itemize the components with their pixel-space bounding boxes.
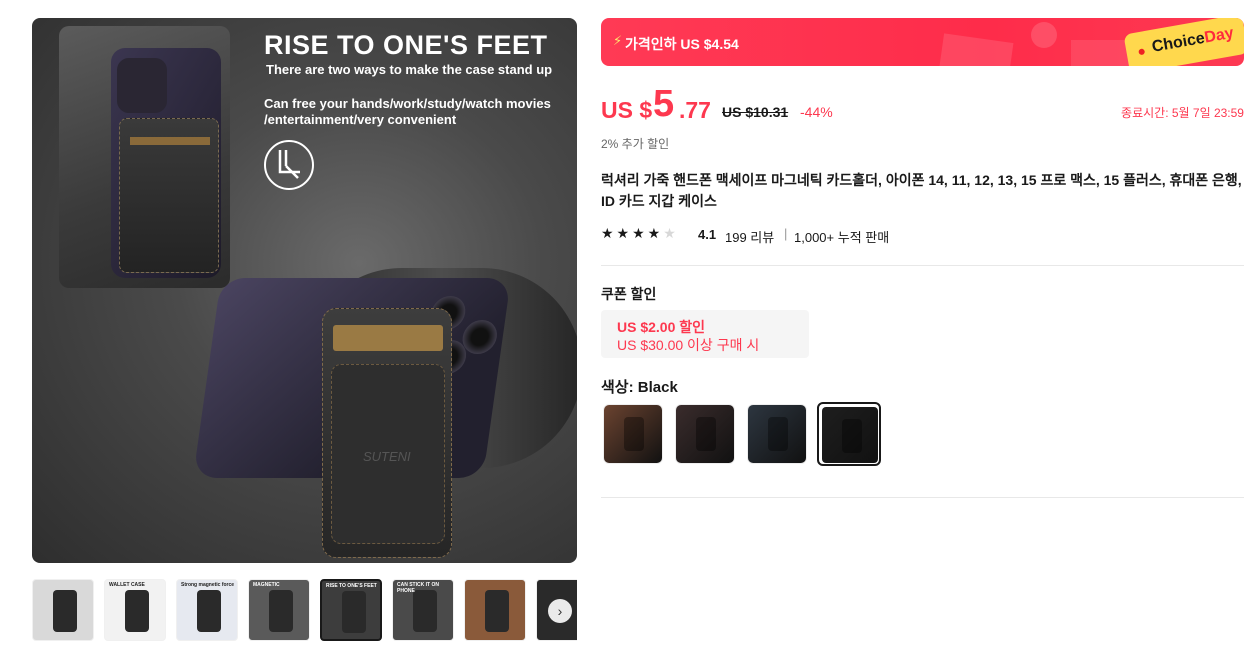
review-count-link[interactable]: 199 리뷰 — [725, 227, 774, 246]
image-subtext-2: Can free your hands/work/study/watch mov… — [264, 96, 551, 127]
color-swatch-blue[interactable] — [747, 404, 807, 464]
thumbnail-4[interactable]: MAGNETIC — [248, 579, 310, 641]
thumbnail-7[interactable] — [464, 579, 526, 641]
thumbnail-label: WALLET CASE — [109, 582, 145, 588]
coupon-label: 쿠폰 할인 — [601, 286, 657, 302]
divider — [601, 497, 1244, 498]
color-swatch-brown[interactable] — [603, 404, 663, 464]
chevron-right-icon[interactable]: › — [548, 599, 572, 623]
inset-image — [59, 26, 230, 288]
lightning-icon: ⚡ — [613, 33, 623, 48]
color-swatch-black[interactable] — [817, 402, 881, 466]
color-swatch-dark-brown[interactable] — [675, 404, 735, 464]
extra-discount: 2% 추가 할인 — [601, 137, 670, 151]
thumbnail-strip: WALLET CASE Strong magnetic force MAGNETIC… — [32, 579, 577, 642]
thumbnail-6[interactable]: CAN STICK IT ON PHONE — [392, 579, 454, 641]
sold-count: 1,000+ 누적 판매 — [794, 230, 890, 245]
separator: | — [784, 226, 788, 241]
price-drop-banner: ⚡ 가격인하 US $4.54 ChoiceDay — [601, 18, 1244, 66]
price-integer: 5 — [653, 83, 675, 125]
thumbnail-label: MAGNETIC — [253, 582, 280, 588]
price-decimal: .77 — [679, 97, 711, 123]
coupon-condition: US $30.00 이상 구매 시 — [617, 337, 760, 353]
thumbnail-2[interactable]: WALLET CASE — [104, 579, 166, 641]
thumbnail-5[interactable]: RISE TO ONE'S FEET — [320, 579, 382, 641]
price-currency: US $ — [601, 97, 653, 123]
stand-icon — [264, 140, 314, 190]
image-subtext: There are two ways to make the case stan… — [266, 62, 553, 77]
coupon-card[interactable]: US $2.00 할인 US $30.00 이상 구매 시 — [601, 310, 809, 358]
coupon-amount: US $2.00 할인 — [617, 319, 706, 335]
star-rating-icon[interactable]: ★★★★★ — [601, 225, 679, 242]
rating-value: 4.1 — [698, 227, 717, 242]
original-price: US $10.31 — [722, 104, 789, 120]
thumbnail-label: RISE TO ONE'S FEET — [326, 583, 377, 589]
product-title: 럭셔리 가죽 핸드폰 맥세이프 마그네틱 카드홀더, 아이폰 14, 11, 1… — [601, 172, 1242, 209]
sale-end-time: 종료시간: 5월 7일 23:59 — [1121, 106, 1244, 120]
thumbnail-1[interactable] — [32, 579, 94, 641]
main-product-image[interactable]: RISE TO ONE'S FEET There are two ways to… — [32, 18, 577, 563]
banner-text: 가격인하 US $4.54 — [625, 36, 739, 52]
divider — [601, 265, 1244, 266]
discount-percent: -44% — [800, 104, 833, 120]
thumbnail-3[interactable]: Strong magnetic force — [176, 579, 238, 641]
wallet-illustration: SUTENI — [322, 308, 452, 558]
choice-day-badge: ChoiceDay — [1123, 18, 1244, 66]
thumbnail-label: CAN STICK IT ON PHONE — [397, 582, 439, 594]
thumbnail-label: Strong magnetic force — [181, 582, 235, 588]
color-label: 색상: Black — [601, 379, 678, 396]
image-headline: RISE TO ONE'S FEET — [264, 30, 548, 60]
